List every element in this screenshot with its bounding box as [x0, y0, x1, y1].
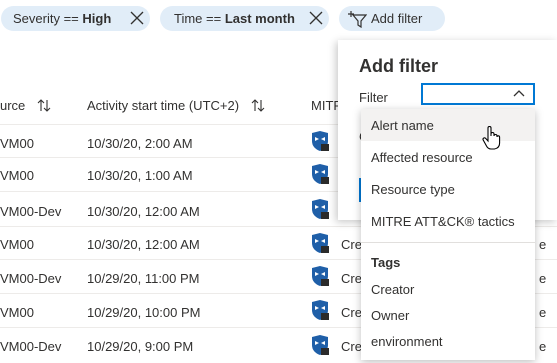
mitre-tactic-icon	[312, 199, 329, 219]
mitre-tactic-icon	[312, 266, 329, 286]
filter-dropdown: Alert name Affected resource Resource ty…	[361, 109, 535, 360]
time-filter-op: ==	[206, 11, 222, 26]
time-cell: 10/29/20, 11:00 PM	[87, 271, 200, 286]
close-icon[interactable]	[308, 10, 324, 26]
severity-filter-key: Severity	[13, 11, 60, 26]
resource-cell: VM00	[0, 168, 34, 183]
sort-icon	[251, 99, 265, 112]
panel-title: Add filter	[359, 56, 438, 76]
add-filter-icon	[348, 10, 367, 28]
add-filter-label: Add filter	[371, 11, 423, 26]
dropdown-separator	[361, 242, 535, 243]
resource-cell: VM00	[0, 136, 34, 151]
creator-cell: Cre	[341, 271, 362, 286]
filter-label: Filter	[359, 90, 388, 105]
creator-cell: Cre	[341, 339, 362, 354]
time-cell: 10/30/20, 2:00 AM	[87, 136, 193, 151]
add-filter-button[interactable]: Add filter	[339, 6, 445, 31]
time-cell: 10/29/20, 9:00 PM	[87, 339, 194, 354]
dropdown-item-environment[interactable]: environment	[361, 325, 535, 357]
chevron-up-icon	[513, 90, 525, 97]
truncated-cell-fragment: e	[539, 271, 547, 286]
dropdown-item-affected-resource[interactable]: Affected resource	[361, 141, 535, 173]
resource-cell: VM00-Dev	[0, 271, 62, 286]
mitre-tactic-icon	[312, 131, 329, 151]
truncated-cell-fragment: e	[539, 339, 547, 354]
resource-cell: VM00-Dev	[0, 339, 62, 354]
mitre-tactic-icon	[312, 233, 329, 253]
time-cell: 10/30/20, 12:00 AM	[87, 237, 200, 252]
close-icon[interactable]	[129, 10, 145, 26]
time-cell: 10/30/20, 1:00 AM	[87, 168, 193, 183]
severity-filter-pill[interactable]: Severity == High	[1, 6, 150, 31]
time-filter-value: Last month	[224, 11, 295, 26]
severity-filter-op: ==	[63, 11, 79, 26]
creator-cell: Cre	[341, 305, 362, 320]
mitre-tactic-icon	[312, 300, 329, 320]
time-cell: 10/29/20, 10:00 PM	[87, 305, 201, 320]
dropdown-item-alert-name[interactable]: Alert name	[361, 109, 535, 141]
dropdown-item-resource-type[interactable]: Resource type	[361, 173, 535, 205]
truncated-cell-fragment: e	[539, 237, 547, 252]
dropdown-group-tags: Tags	[371, 255, 401, 270]
mitre-tactic-icon	[312, 335, 329, 355]
resource-cell: VM00-Dev	[0, 204, 62, 219]
truncated-cell-fragment: e	[539, 305, 547, 320]
time-filter-key: Time	[174, 11, 203, 26]
time-filter-pill[interactable]: Time == Last month	[160, 6, 329, 31]
hand-cursor-icon	[482, 126, 501, 150]
severity-filter-value: High	[82, 11, 112, 26]
time-cell: 10/30/20, 12:00 AM	[87, 204, 200, 219]
column-header-resource[interactable]: urce	[0, 98, 51, 113]
filter-select[interactable]	[421, 83, 535, 105]
creator-cell: Cre	[341, 237, 362, 252]
sort-icon	[37, 99, 51, 112]
dropdown-item-mitre-tactics[interactable]: MITRE ATT&CK® tactics	[361, 205, 535, 237]
mitre-tactic-icon	[312, 164, 329, 184]
column-header-activity-start[interactable]: Activity start time (UTC+2)	[87, 98, 265, 113]
resource-cell: VM00	[0, 237, 34, 252]
resource-cell: VM00	[0, 305, 34, 320]
